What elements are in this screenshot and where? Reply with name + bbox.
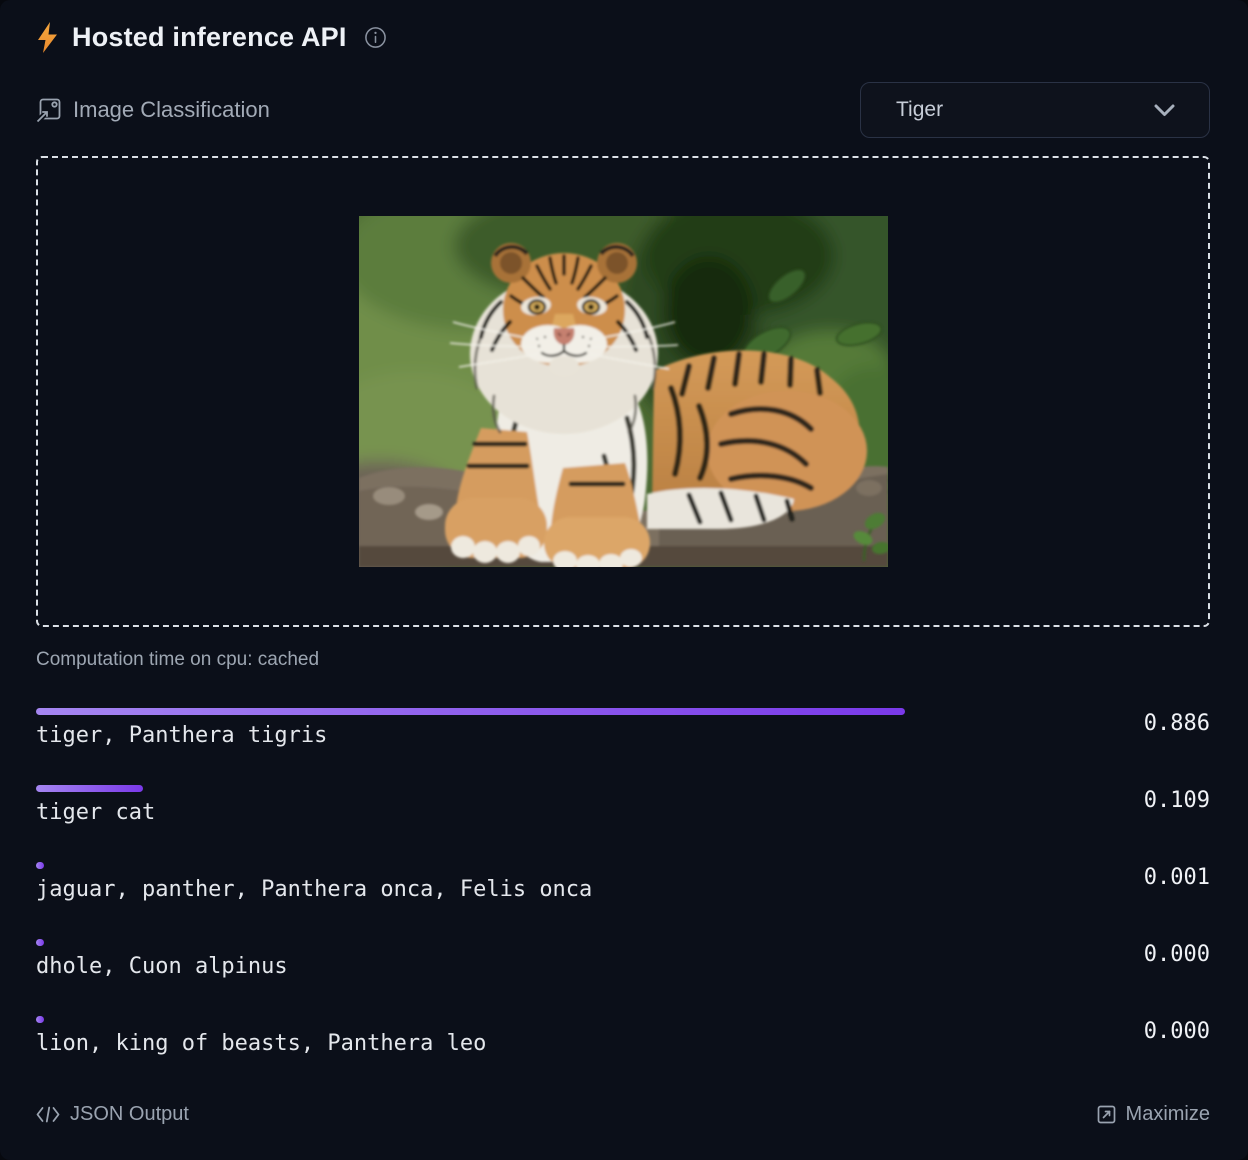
score-bar	[36, 785, 143, 792]
maximize-icon	[1097, 1105, 1116, 1124]
lightning-bolt-icon	[36, 22, 59, 53]
page-title: Hosted inference API	[72, 22, 347, 53]
json-output-button[interactable]: JSON Output	[36, 1103, 189, 1126]
result-row: dhole, Cuon alpinus 0.000	[36, 939, 1210, 980]
hosted-inference-widget: Hosted inference API Image Classificatio…	[0, 0, 1248, 1160]
result-label: lion, king of beasts, Panthera leo	[36, 1031, 1210, 1057]
task-row: Image Classification Tiger	[36, 82, 1210, 138]
widget-header: Hosted inference API	[36, 20, 1210, 54]
score-bar	[36, 1016, 44, 1023]
chevron-down-icon	[1154, 104, 1175, 117]
score-bar	[36, 862, 44, 869]
result-score: 0.001	[1144, 865, 1210, 890]
widget-footer: JSON Output Maximize	[36, 1101, 1210, 1127]
result-label: jaguar, panther, Panthera onca, Felis on…	[36, 877, 1210, 903]
image-dropzone[interactable]	[36, 156, 1210, 627]
tiger-photo	[359, 216, 888, 567]
result-score: 0.000	[1144, 942, 1210, 967]
result-label: tiger cat	[36, 800, 1210, 826]
result-label: dhole, Cuon alpinus	[36, 954, 1210, 980]
image-classification-icon	[36, 97, 62, 123]
result-row: lion, king of beasts, Panthera leo 0.000	[36, 1016, 1210, 1057]
result-score: 0.000	[1144, 1019, 1210, 1044]
maximize-label: Maximize	[1126, 1103, 1210, 1126]
result-score: 0.109	[1144, 788, 1210, 813]
result-score: 0.886	[1144, 711, 1210, 736]
example-selector-value: Tiger	[896, 98, 943, 122]
json-output-label: JSON Output	[70, 1103, 189, 1126]
result-label: tiger, Panthera tigris	[36, 723, 1210, 749]
example-selector[interactable]: Tiger	[860, 82, 1210, 138]
task-type: Image Classification	[36, 97, 270, 123]
result-row: jaguar, panther, Panthera onca, Felis on…	[36, 862, 1210, 903]
computation-time: Computation time on cpu: cached	[36, 649, 1210, 673]
task-label: Image Classification	[73, 97, 270, 123]
classification-results: tiger, Panthera tigris 0.886 tiger cat 0…	[36, 708, 1210, 1057]
info-circle-icon[interactable]	[364, 26, 387, 49]
score-bar	[36, 939, 44, 946]
code-icon	[36, 1106, 60, 1123]
maximize-button[interactable]: Maximize	[1097, 1103, 1210, 1126]
result-row: tiger, Panthera tigris 0.886	[36, 708, 1210, 749]
score-bar	[36, 708, 905, 715]
result-row: tiger cat 0.109	[36, 785, 1210, 826]
